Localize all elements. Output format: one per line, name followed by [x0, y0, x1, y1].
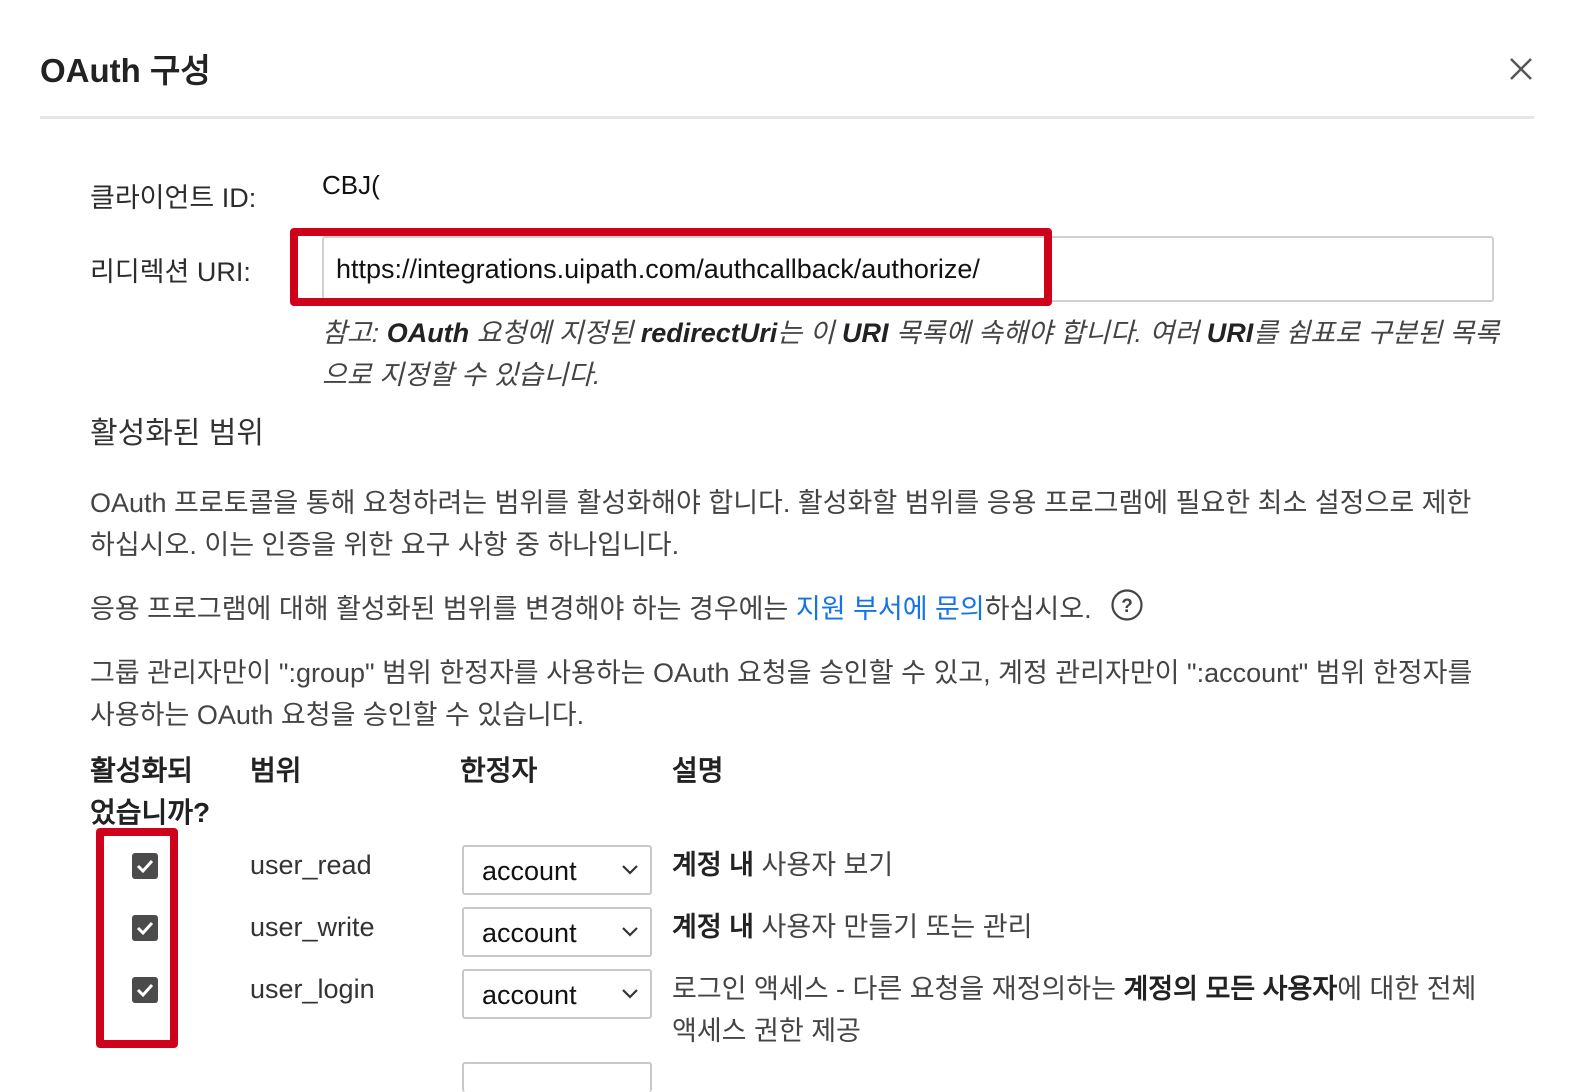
header-enabled: 활성화되 었습니까?: [90, 755, 211, 828]
help-button[interactable]: ?: [1110, 588, 1144, 634]
close-button[interactable]: [1500, 48, 1542, 90]
qualifier-select-next[interactable]: [462, 1062, 652, 1092]
header-description: 설명: [672, 755, 724, 786]
scope-name: user_login: [250, 974, 375, 1004]
scope-description: 로그인 액세스 - 다른 요청을 재정의하는 계정의 모든 사용자에 대한 전체…: [672, 974, 1477, 1046]
scope-description: 계정 내 사용자 만들기 또는 관리: [672, 912, 1033, 942]
checkmark-icon: [136, 921, 154, 936]
redirect-uri-input[interactable]: [322, 236, 1494, 302]
chevron-down-icon: [622, 927, 638, 937]
scope-description: 계정 내 사용자 보기: [672, 850, 894, 880]
scope-name: user_read: [250, 850, 372, 880]
checkmark-icon: [136, 859, 154, 874]
client-id-value: CBJ(: [322, 170, 380, 200]
checkbox-user-read[interactable]: [132, 853, 158, 879]
chevron-down-icon: [622, 989, 638, 999]
chevron-down-icon: [622, 865, 638, 875]
header-divider: [40, 116, 1534, 119]
close-icon[interactable]: [1500, 48, 1542, 90]
qualifier-select-user-read[interactable]: account: [462, 845, 652, 895]
client-id-label: 클라이언트 ID:: [90, 183, 257, 213]
checkbox-user-write[interactable]: [132, 915, 158, 941]
scope-name: user_write: [250, 912, 375, 942]
svg-text:?: ?: [1121, 596, 1133, 617]
scopes-support-text: 응용 프로그램에 대해 활성화된 범위를 변경해야 하는 경우에는 지원 부서에…: [90, 588, 1490, 634]
checkbox-user-login[interactable]: [132, 977, 158, 1003]
redirect-uri-label: 리디렉션 URI:: [90, 257, 251, 287]
qualifier-select-user-write[interactable]: account: [462, 907, 652, 957]
dialog-title: OAuth 구성: [40, 52, 211, 89]
redirect-uri-note: 참고: OAuth 요청에 지정된 redirectUri는 이 URI 목록에…: [322, 318, 1500, 390]
contact-support-link[interactable]: 지원 부서에 문의: [796, 594, 985, 624]
scopes-qualifier-text: 그룹 관리자만이 ":group" 범위 한정자를 사용하는 OAuth 요청을…: [90, 658, 1473, 730]
checkmark-icon: [136, 983, 154, 998]
scopes-heading: 활성화된 범위: [90, 417, 264, 450]
scopes-description: OAuth 프로토콜을 통해 요청하려는 범위를 활성화해야 합니다. 활성화할…: [90, 488, 1472, 560]
header-qualifier: 한정자: [460, 755, 538, 786]
qualifier-select-user-login[interactable]: account: [462, 969, 652, 1019]
header-scope: 범위: [250, 755, 302, 786]
help-circle-icon[interactable]: ?: [1110, 588, 1144, 622]
